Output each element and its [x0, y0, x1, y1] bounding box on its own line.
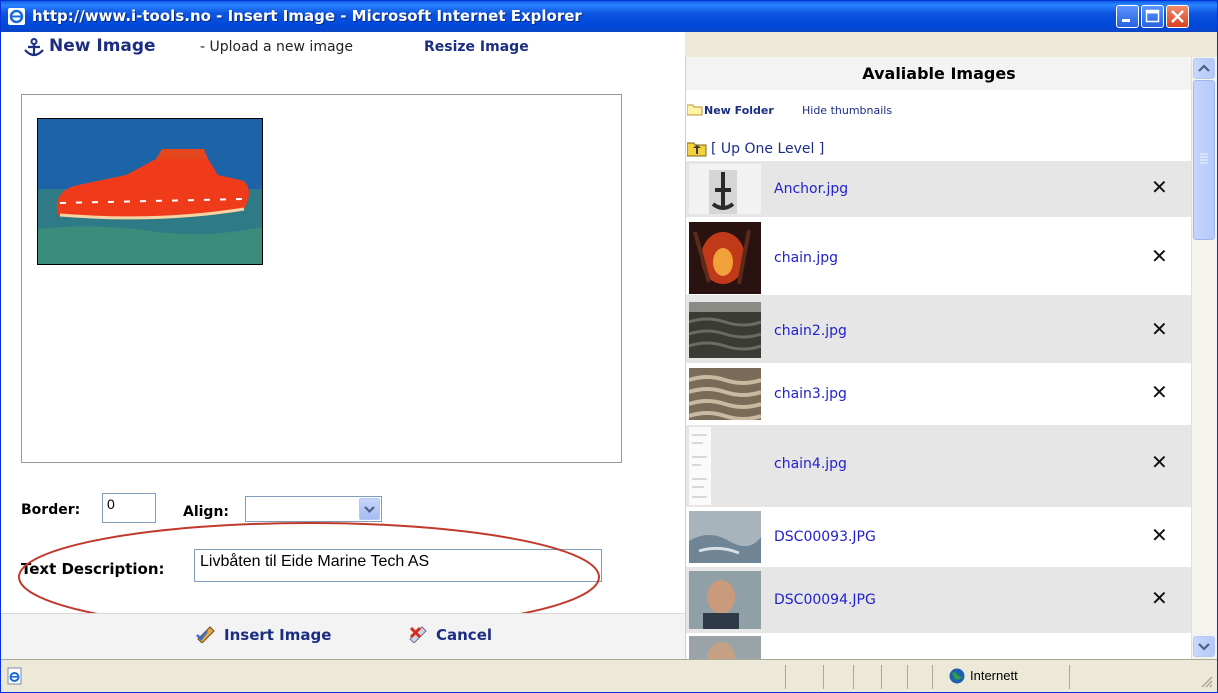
chevron-up-icon: [1198, 64, 1210, 72]
align-dropdown-button[interactable]: [359, 498, 380, 520]
globe-icon: [949, 668, 965, 684]
close-window-button[interactable]: [1166, 5, 1189, 28]
chain-thumbnail: [689, 222, 761, 294]
new-folder-link[interactable]: New Folder: [704, 104, 774, 117]
scroll-thumb[interactable]: [1193, 80, 1215, 240]
new-image-link[interactable]: New Image: [49, 36, 156, 56]
status-divider: [785, 665, 786, 689]
window-title: http://www.i-tools.no - Insert Image - M…: [32, 7, 582, 25]
cancel-icon: [409, 626, 427, 644]
grip-icon: [1200, 153, 1208, 164]
partial-thumbnail: [689, 636, 761, 659]
dsc00094-thumbnail: [689, 571, 761, 629]
file-row-partial[interactable]: [686, 633, 1191, 659]
maximize-icon: [1145, 9, 1160, 23]
chain2-thumbnail: [689, 302, 761, 358]
pencil-check-icon: [196, 626, 215, 644]
file-row[interactable]: chain4.jpg ✕: [686, 425, 1191, 507]
cancel-button[interactable]: Cancel: [408, 625, 492, 644]
chevron-down-icon: [1198, 643, 1210, 651]
file-row[interactable]: Anchor.jpg ✕: [686, 161, 1191, 217]
dialog-footer: [1, 613, 685, 660]
cancel-label: Cancel: [436, 626, 493, 644]
hide-thumbnails-link[interactable]: Hide thumbnails: [802, 104, 892, 117]
lifeboat-preview-image: [37, 118, 263, 265]
file-row[interactable]: chain3.jpg ✕: [686, 363, 1191, 425]
align-label: Align:: [183, 504, 230, 520]
chain4-thumbnail: [689, 427, 711, 505]
file-row[interactable]: chain.jpg ✕: [686, 217, 1191, 295]
delete-icon[interactable]: ✕: [1151, 450, 1168, 474]
file-row[interactable]: DSC00093.JPG ✕: [686, 507, 1191, 567]
ie-logo-icon: [8, 8, 25, 25]
anchor-icon: [24, 38, 44, 57]
folder-up-icon: [687, 142, 707, 157]
dsc00093-thumbnail: [689, 511, 761, 563]
resize-image-link[interactable]: Resize Image: [424, 39, 529, 55]
status-divider: [932, 665, 933, 689]
minimize-icon: [1122, 19, 1130, 22]
file-name[interactable]: chain.jpg: [774, 250, 838, 266]
file-row[interactable]: chain2.jpg ✕: [686, 295, 1191, 363]
border-label: Border:: [21, 502, 81, 518]
status-divider: [823, 665, 824, 689]
delete-icon[interactable]: ✕: [1151, 244, 1168, 268]
resize-grip-icon[interactable]: [1199, 674, 1213, 688]
title-bar[interactable]: http://www.i-tools.no - Insert Image - M…: [1, 1, 1217, 32]
up-one-level-link[interactable]: [ Up One Level ]: [711, 141, 824, 157]
file-name[interactable]: chain3.jpg: [774, 386, 847, 402]
chain3-thumbnail: [689, 368, 761, 420]
chevron-down-icon: [364, 506, 375, 514]
file-name[interactable]: DSC00093.JPG: [774, 529, 876, 545]
status-divider: [853, 665, 854, 689]
image-browser-title: Avaliable Images: [862, 64, 1016, 83]
status-bar: Internett: [1, 659, 1217, 692]
status-divider: [1069, 665, 1070, 689]
delete-icon[interactable]: ✕: [1151, 523, 1168, 547]
status-divider: [907, 665, 908, 689]
file-name[interactable]: chain2.jpg: [774, 323, 847, 339]
folder-icon: [687, 104, 703, 116]
maximize-button[interactable]: [1141, 5, 1164, 28]
minimize-button[interactable]: [1116, 5, 1139, 28]
close-icon: [1171, 10, 1184, 23]
image-browser-header: Avaliable Images: [685, 57, 1191, 90]
delete-icon[interactable]: ✕: [1151, 380, 1168, 404]
file-name[interactable]: chain4.jpg: [774, 456, 847, 472]
browser-window: http://www.i-tools.no - Insert Image - M…: [0, 0, 1218, 693]
image-preview-area: [21, 94, 622, 463]
security-zone-label: Internett: [970, 668, 1018, 683]
upload-subtitle: - Upload a new image: [200, 39, 354, 55]
scroll-down-button[interactable]: [1193, 636, 1215, 657]
anchor-thumbnail: [689, 164, 761, 214]
file-row[interactable]: DSC00094.JPG ✕: [686, 567, 1191, 633]
file-name[interactable]: DSC00094.JPG: [774, 592, 876, 608]
scroll-up-button[interactable]: [1193, 58, 1215, 79]
delete-icon[interactable]: ✕: [1151, 175, 1168, 199]
file-name[interactable]: Anchor.jpg: [774, 181, 848, 197]
insert-image-label: Insert Image: [224, 626, 332, 644]
page-icon: [7, 667, 22, 685]
status-divider: [881, 665, 882, 689]
delete-icon[interactable]: ✕: [1151, 586, 1168, 610]
vertical-scrollbar[interactable]: [1191, 57, 1217, 659]
insert-image-button[interactable]: Insert Image: [196, 625, 331, 644]
delete-icon[interactable]: ✕: [1151, 317, 1168, 341]
